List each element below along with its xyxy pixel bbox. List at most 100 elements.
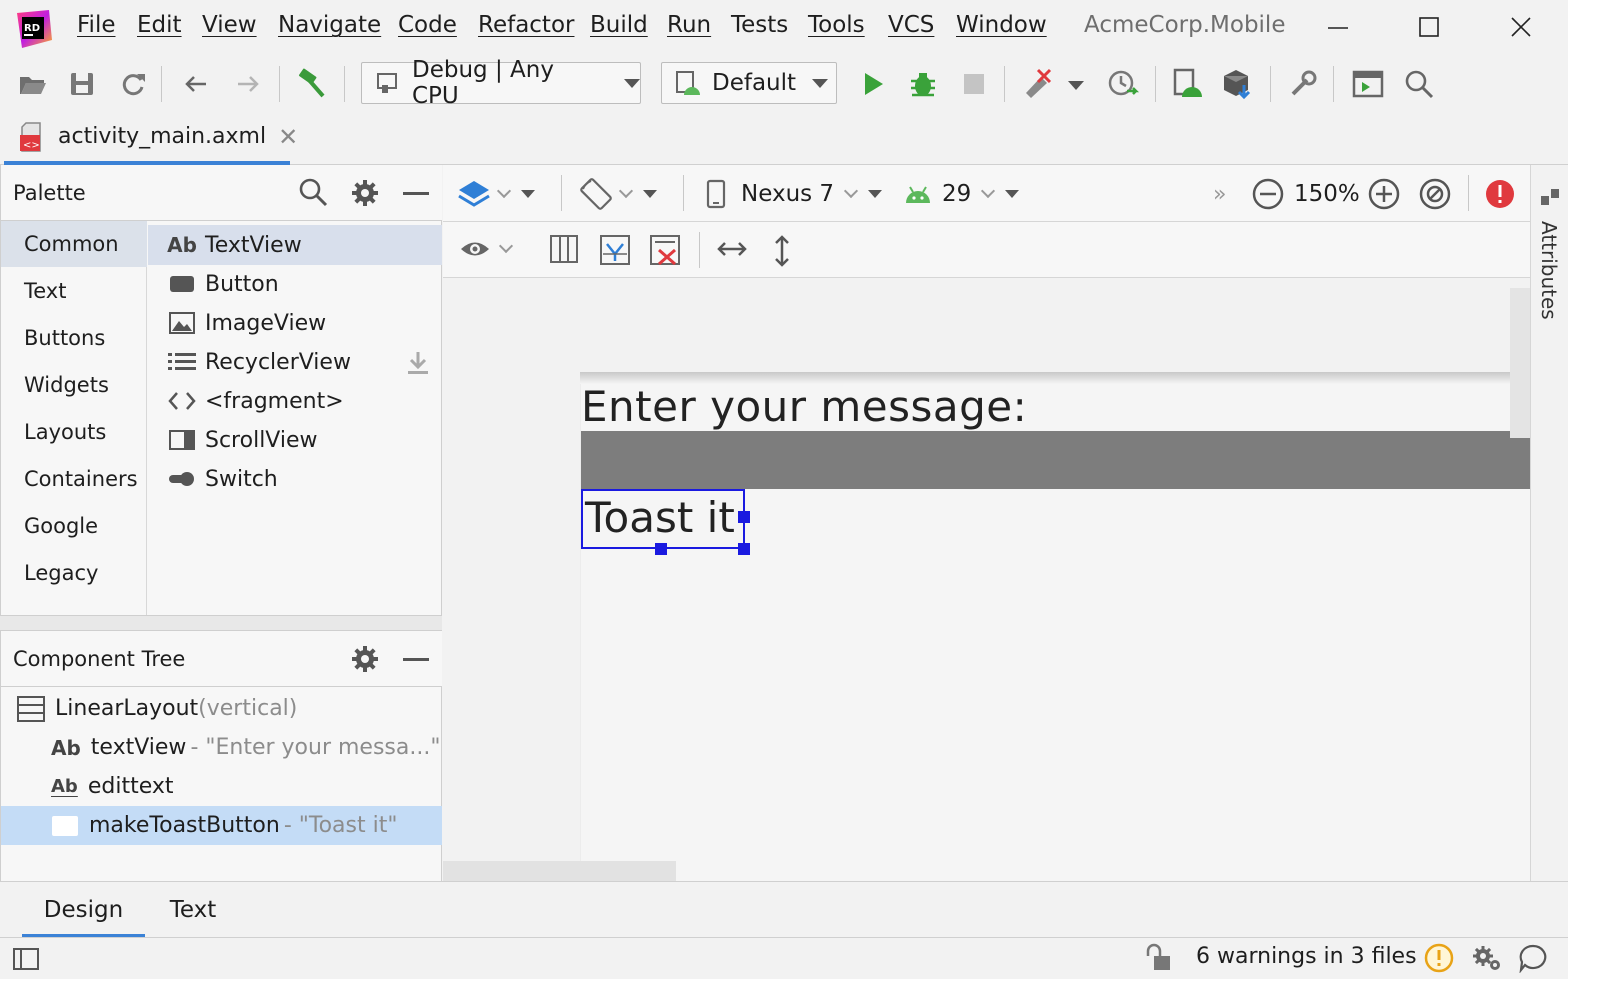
linear-layout-icon [17, 695, 45, 722]
preview-textview[interactable]: Enter your message: [581, 382, 1027, 431]
download-icon[interactable] [406, 350, 430, 376]
layers-dropdown[interactable] [457, 177, 535, 211]
tab-design[interactable]: Design [22, 882, 145, 938]
build-hammer-icon[interactable] [294, 66, 330, 102]
minimize-panel-icon[interactable] [403, 658, 429, 661]
settings-gears-icon[interactable] [1471, 943, 1503, 973]
warnings-summary[interactable]: 6 warnings in 3 files [1196, 944, 1417, 969]
tree-node-maketoastbutton[interactable]: makeToastButton - "Toast it" [1, 806, 442, 845]
minimize-button[interactable] [1320, 14, 1356, 42]
expand-horizontal-icon[interactable] [715, 234, 749, 264]
category-common[interactable]: Common [1, 221, 147, 267]
clear-constraints-icon[interactable] [649, 234, 681, 266]
back-arrow-icon[interactable] [178, 66, 214, 102]
layout-columns-icon[interactable] [549, 234, 579, 264]
layers-icon [457, 177, 491, 211]
infer-constraints-icon[interactable] [599, 234, 631, 266]
close-window-button[interactable] [1503, 14, 1539, 42]
refresh-icon[interactable] [115, 66, 151, 102]
component-tree-header: Component Tree [1, 631, 442, 687]
zoom-in-button[interactable] [1367, 177, 1401, 211]
category-text[interactable]: Text [1, 268, 147, 314]
resize-handle-bottom[interactable] [655, 543, 667, 555]
search-icon[interactable] [298, 177, 328, 207]
warning-icon[interactable] [1424, 943, 1454, 973]
feedback-chat-icon[interactable] [1518, 943, 1548, 973]
android-device-manager-icon[interactable] [1169, 66, 1205, 102]
resize-handle-corner[interactable] [738, 543, 750, 555]
category-containers[interactable]: Containers [1, 456, 147, 502]
terminal-window-icon[interactable] [1350, 66, 1386, 102]
device-dropdown[interactable]: Nexus 7 [705, 177, 883, 211]
forward-arrow-icon[interactable] [230, 66, 266, 102]
tree-node-edittext[interactable]: Ab edittext [1, 767, 442, 806]
widget-button[interactable]: Button [148, 264, 442, 304]
view-options-dropdown[interactable] [459, 234, 514, 264]
attach-to-process-icon[interactable] [1106, 66, 1142, 102]
breakpoints-muted-icon[interactable] [1020, 66, 1056, 102]
configuration-dropdown[interactable]: Debug | Any CPU [361, 57, 641, 109]
orientation-dropdown[interactable] [579, 177, 657, 211]
widget-fragment[interactable]: <fragment> [148, 381, 442, 421]
error-indicator-icon[interactable] [1483, 177, 1517, 211]
debug-bug-icon[interactable] [905, 66, 941, 102]
open-folder-icon[interactable] [15, 66, 51, 102]
widget-recyclerview[interactable]: RecyclerView [148, 342, 442, 382]
layout-canvas[interactable]: Enter your message: Toast it [443, 278, 1531, 881]
category-google[interactable]: Google [1, 503, 147, 549]
menu-window[interactable]: Window [956, 12, 1047, 38]
stop-icon[interactable] [956, 66, 992, 102]
menu-view[interactable]: View [202, 12, 257, 38]
category-buttons[interactable]: Buttons [1, 315, 147, 361]
category-legacy[interactable]: Legacy [1, 550, 147, 596]
category-layouts[interactable]: Layouts [1, 409, 147, 455]
zoom-to-fit-button[interactable] [1418, 177, 1452, 211]
preview-edittext[interactable] [581, 431, 1531, 489]
maximize-button[interactable] [1411, 14, 1447, 42]
menu-navigate[interactable]: Navigate [278, 12, 381, 38]
attributes-side-strip: Attributes [1530, 165, 1568, 881]
close-tab-icon[interactable]: ✕ [278, 123, 298, 151]
menu-tools[interactable]: Tools [808, 12, 865, 38]
lock-open-icon[interactable] [1144, 943, 1172, 973]
widget-switch[interactable]: Switch [148, 459, 442, 499]
api-level-dropdown[interactable]: 29 [904, 177, 1020, 211]
widget-scrollview[interactable]: ScrollView [148, 420, 442, 460]
panel-splitter[interactable] [0, 615, 442, 631]
tree-node-linearlayout[interactable]: LinearLayout (vertical) [1, 689, 442, 728]
menu-tests[interactable]: Tests [731, 12, 788, 38]
menu-edit[interactable]: Edit [137, 12, 182, 38]
category-widgets[interactable]: Widgets [1, 362, 147, 408]
zoom-out-button[interactable] [1251, 177, 1285, 211]
attributes-tab[interactable]: Attributes [1537, 221, 1561, 320]
expand-vertical-icon[interactable] [767, 234, 797, 268]
overflow-chevron-icon[interactable]: » [1213, 177, 1226, 211]
menu-refactor[interactable]: Refactor [478, 12, 574, 38]
widget-textview[interactable]: Ab TextView [148, 225, 442, 265]
menu-file[interactable]: File [77, 12, 116, 38]
search-icon[interactable] [1401, 66, 1437, 102]
tab-text[interactable]: Text [150, 882, 236, 938]
menu-run[interactable]: Run [667, 12, 711, 38]
designer-mode-tabs: Design Text [0, 881, 1568, 938]
sdk-manager-icon[interactable] [1220, 66, 1256, 102]
tree-node-textview[interactable]: Ab textView - "Enter your messa..." [1, 728, 442, 767]
tab-activity-main[interactable]: <> activity_main.axml ✕ [4, 112, 298, 165]
horizontal-scrollbar[interactable] [443, 861, 676, 881]
preview-toast-button[interactable]: Toast it [581, 489, 745, 549]
gear-icon[interactable] [350, 644, 380, 674]
menu-vcs[interactable]: VCS [888, 12, 934, 38]
run-icon[interactable] [855, 66, 891, 102]
settings-wrench-icon[interactable] [1285, 66, 1321, 102]
minimize-panel-icon[interactable] [403, 192, 429, 195]
toggle-tool-windows-icon[interactable] [12, 946, 42, 972]
vertical-scrollbar[interactable] [1510, 288, 1530, 438]
gear-icon[interactable] [350, 178, 380, 208]
save-icon[interactable] [64, 66, 100, 102]
chevron-down-icon[interactable] [1068, 81, 1084, 90]
widget-imageview[interactable]: ImageView [148, 303, 442, 343]
resize-handle-right[interactable] [738, 511, 750, 523]
menu-code[interactable]: Code [398, 12, 457, 38]
device-profile-dropdown[interactable]: Default [661, 62, 837, 104]
menu-build[interactable]: Build [590, 12, 648, 38]
